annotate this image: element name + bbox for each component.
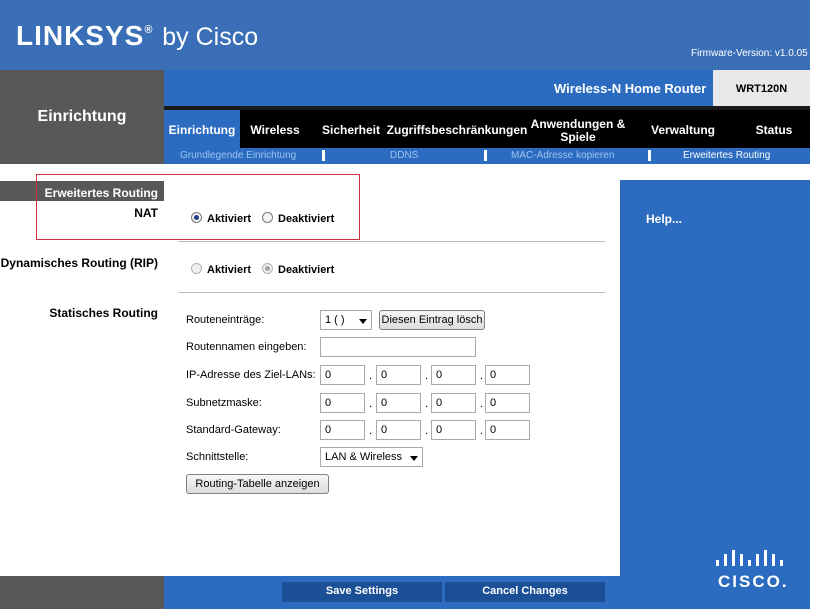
gateway-octet-3[interactable]	[431, 420, 476, 440]
rip-enabled-radio[interactable]	[191, 263, 202, 274]
interface-label: Schnittstelle:	[186, 451, 249, 463]
static-routing-label: Statisches Routing	[49, 306, 158, 320]
dest-ip-octet-4[interactable]	[485, 365, 530, 385]
ip-dot: .	[369, 425, 373, 437]
rip-label: Dynamisches Routing (RIP)	[0, 256, 158, 270]
save-settings-button[interactable]: Save Settings	[282, 582, 442, 602]
gateway-label: Standard-Gateway:	[186, 424, 281, 436]
router-model: WRT120N	[735, 83, 788, 95]
subtab-grundlegende-einrichtung[interactable]: Grundlegende Einrichtung	[180, 150, 296, 161]
subtab-erweitertes-routing[interactable]: Erweitertes Routing	[683, 150, 770, 161]
gateway-octet-1[interactable]	[320, 420, 365, 440]
tab-sicherheit[interactable]: Sicherheit	[320, 124, 382, 137]
subnet-mask-label: Subnetzmaske:	[186, 397, 262, 409]
logo-registered: ®	[144, 24, 154, 36]
gateway-octet-2[interactable]	[376, 420, 421, 440]
linksys-logo: LINKSYS® by Cisco	[16, 20, 258, 52]
help-link[interactable]: Help...	[646, 212, 682, 226]
dest-ip-label: IP-Adresse des Ziel-LANs:	[186, 369, 316, 381]
firmware-version: Firmware-Version: v1.0.05	[691, 48, 808, 59]
router-name: Wireless-N Home Router	[554, 81, 707, 96]
rip-disabled-label: Deaktiviert	[278, 264, 335, 276]
logo-brand: LINKSYS	[16, 20, 145, 51]
footer-left	[0, 576, 164, 609]
interface-select[interactable]: LAN & Wireless	[320, 447, 423, 467]
subtab-separator	[322, 150, 325, 161]
router-settings-page: LINKSYS® by Cisco Firmware-Version: v1.0…	[0, 0, 822, 609]
logo-by-cisco: by Cisco	[162, 23, 259, 51]
interface-value: LAN & Wireless	[325, 451, 403, 463]
ip-dot: .	[480, 398, 484, 410]
tab-anwendungen-spiele[interactable]: Anwendungen & Spiele	[528, 118, 628, 144]
tab-verwaltung[interactable]: Verwaltung	[644, 124, 722, 137]
tab-status[interactable]: Status	[744, 124, 804, 137]
divider	[178, 241, 605, 242]
tab-zugriffsbeschraenkungen[interactable]: Zugriffsbeschränkungen	[386, 124, 528, 137]
subtab-separator	[484, 150, 487, 161]
rip-disabled-radio[interactable]	[262, 263, 273, 274]
page-right-margin	[810, 0, 822, 609]
subnet-mask-octet-4[interactable]	[485, 393, 530, 413]
cancel-changes-button[interactable]: Cancel Changes	[445, 582, 605, 602]
ip-dot: .	[480, 425, 484, 437]
show-routing-table-button[interactable]: Routing-Tabelle anzeigen	[186, 474, 329, 494]
dest-ip-octet-3[interactable]	[431, 365, 476, 385]
tab-einrichtung[interactable]: Einrichtung	[164, 124, 240, 137]
chevron-down-icon	[410, 456, 418, 461]
highlight-annotation	[36, 174, 360, 240]
delete-entry-button[interactable]: Diesen Eintrag lösch	[379, 310, 485, 330]
dest-ip-octet-1[interactable]	[320, 365, 365, 385]
ip-dot: .	[425, 425, 429, 437]
route-name-input[interactable]	[320, 337, 476, 357]
divider	[178, 292, 605, 293]
route-name-label: Routennamen eingeben:	[186, 341, 307, 353]
subnet-mask-octet-3[interactable]	[431, 393, 476, 413]
gateway-octet-4[interactable]	[485, 420, 530, 440]
subtab-separator	[648, 150, 651, 161]
route-entries-select[interactable]: 1 ( )	[320, 310, 372, 330]
subnet-mask-octet-1[interactable]	[320, 393, 365, 413]
tab-row-top-line	[164, 106, 810, 110]
cisco-logo-text: CISCO.	[718, 572, 789, 591]
help-panel	[620, 180, 810, 576]
section-title: Einrichtung	[37, 108, 127, 125]
ip-dot: .	[480, 370, 484, 382]
subnet-mask-octet-2[interactable]	[376, 393, 421, 413]
chevron-down-icon	[359, 319, 367, 324]
rip-enabled-label: Aktiviert	[207, 264, 252, 276]
route-entries-value: 1 ( )	[325, 314, 345, 326]
route-entries-label: Routeneinträge:	[186, 314, 265, 326]
tab-anwendungen-line2: Spiele	[560, 130, 596, 144]
ip-dot: .	[425, 370, 429, 382]
ip-dot: .	[369, 370, 373, 382]
ip-dot: .	[425, 398, 429, 410]
ip-dot: .	[369, 398, 373, 410]
subtab-ddns[interactable]: DDNS	[390, 150, 418, 161]
subtab-mac-adresse[interactable]: MAC-Adresse kopieren	[511, 150, 614, 161]
dest-ip-octet-2[interactable]	[376, 365, 421, 385]
tab-wireless[interactable]: Wireless	[246, 124, 304, 137]
